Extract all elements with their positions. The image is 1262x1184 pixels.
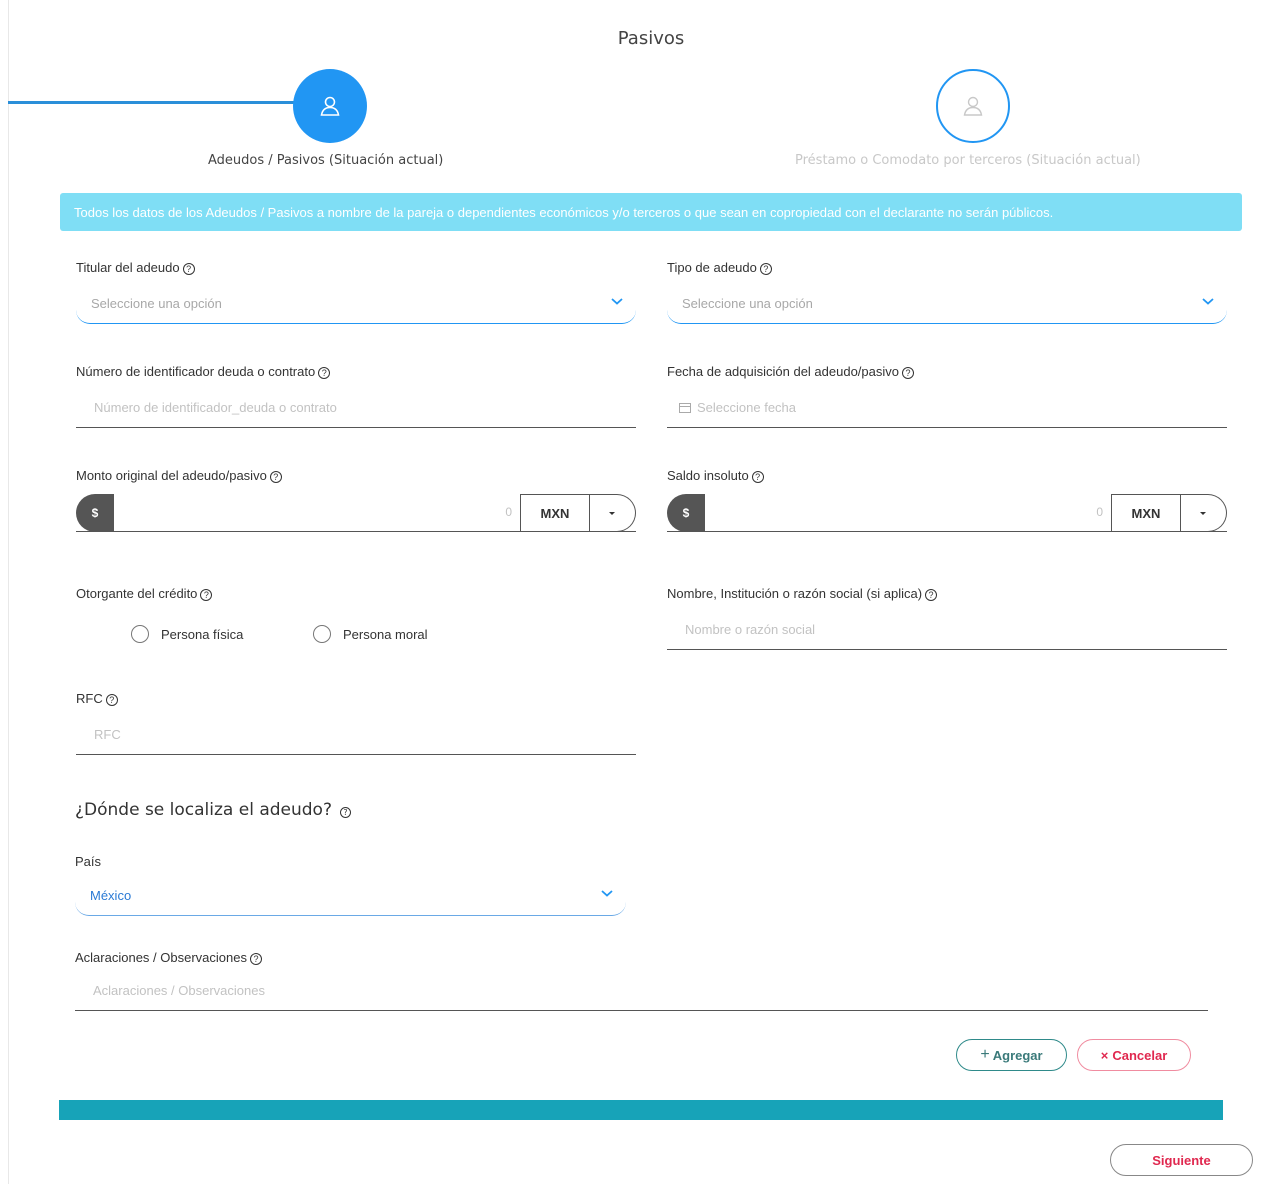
add-button-label: Agregar <box>992 1047 1043 1063</box>
monto-currency-label[interactable]: MXN <box>520 494 590 532</box>
numero-label-text: Número de identificador deuda o contrato <box>76 364 316 379</box>
monto-currency-dropdown[interactable] <box>589 494 636 532</box>
chevron-down-icon <box>1202 298 1214 305</box>
nombre-label-text: Nombre, Institución o razón social (si a… <box>667 586 923 601</box>
radio-persona-fisica[interactable]: Persona física <box>131 625 243 643</box>
radio-persona-moral-label[interactable]: Persona moral <box>343 627 428 642</box>
nombre-input-placeholder: Nombre o razón social <box>685 622 816 637</box>
saldo-label-text: Saldo insoluto <box>667 468 749 483</box>
tipo-select-placeholder: Seleccione una opción <box>682 296 813 311</box>
info-banner: Todos los datos de los Adeudos / Pasivos… <box>60 193 1242 231</box>
cancel-button-label: Cancelar <box>1112 1047 1168 1063</box>
radio-persona-fisica-label[interactable]: Persona física <box>161 627 243 642</box>
fecha-input-placeholder: Seleccione fecha <box>697 400 797 415</box>
numero-label: Número de identificador deuda o contrato… <box>76 364 331 379</box>
close-icon: × <box>1100 1047 1109 1063</box>
help-icon[interactable]: ? <box>759 263 772 275</box>
location-section-title-text: ¿Dónde se localiza el adeudo? <box>75 800 332 820</box>
tipo-label-text: Tipo de adeudo <box>667 260 757 275</box>
next-button-label: Siguiente <box>1152 1152 1211 1168</box>
radio-persona-moral[interactable]: Persona moral <box>313 625 428 643</box>
nombre-input[interactable]: Nombre o razón social <box>667 610 1227 650</box>
chevron-down-icon <box>611 298 623 305</box>
caret-down-icon <box>1200 511 1206 515</box>
help-icon[interactable]: ? <box>105 694 118 706</box>
rfc-input[interactable]: RFC <box>76 715 636 755</box>
monto-label-text: Monto original del adeudo/pasivo <box>76 468 267 483</box>
user-icon <box>320 96 340 116</box>
rfc-label: RFC? <box>76 691 118 706</box>
radio-circle[interactable] <box>313 625 331 643</box>
page-left-border <box>8 0 9 1184</box>
step-1-indicator[interactable] <box>293 69 367 143</box>
step-2-indicator[interactable] <box>936 69 1010 143</box>
titular-select-placeholder: Seleccione una opción <box>91 296 222 311</box>
add-button[interactable]: + Agregar <box>956 1039 1067 1071</box>
titular-select[interactable]: Seleccione una opción <box>76 284 636 324</box>
fecha-label-text: Fecha de adquisición del adeudo/pasivo <box>667 364 900 379</box>
numero-input-placeholder: Número de identificador_deuda o contrato <box>94 400 337 415</box>
currency-symbol: $ <box>76 494 114 532</box>
currency-symbol: $ <box>667 494 705 532</box>
stepper-progress-line <box>8 101 298 104</box>
tipo-label: Tipo de adeudo? <box>667 260 772 275</box>
help-icon[interactable]: ? <box>249 953 262 965</box>
titular-label-text: Titular del adeudo <box>76 260 180 275</box>
step-1-label[interactable]: Adeudos / Pasivos (Situación actual) <box>208 153 443 168</box>
monto-input[interactable]: 0 <box>505 505 512 519</box>
aclaraciones-label: Aclaraciones / Observaciones? <box>75 950 262 965</box>
fecha-label: Fecha de adquisición del adeudo/pasivo? <box>667 364 915 379</box>
otorgante-label-text: Otorgante del crédito <box>76 586 198 601</box>
pais-select[interactable]: México <box>75 876 626 916</box>
titular-label: Titular del adeudo? <box>76 260 195 275</box>
fecha-input[interactable]: Seleccione fecha <box>667 388 1227 428</box>
cancel-button[interactable]: × Cancelar <box>1077 1039 1191 1071</box>
page-title: Pasivos <box>617 28 685 49</box>
chevron-down-icon <box>601 890 613 897</box>
help-icon[interactable]: ? <box>318 367 331 379</box>
otorgante-label: Otorgante del crédito? <box>76 586 213 601</box>
numero-input[interactable]: Número de identificador_deuda o contrato <box>76 388 636 428</box>
help-icon[interactable]: ? <box>182 263 195 275</box>
saldo-currency-dropdown[interactable] <box>1180 494 1227 532</box>
saldo-label: Saldo insoluto? <box>667 468 764 483</box>
saldo-input[interactable]: 0 <box>1096 505 1103 519</box>
aclaraciones-label-text: Aclaraciones / Observaciones <box>75 950 247 965</box>
rfc-input-placeholder: RFC <box>94 727 121 742</box>
tipo-select[interactable]: Seleccione una opción <box>667 284 1227 324</box>
aclaraciones-input-placeholder: Aclaraciones / Observaciones <box>93 983 265 998</box>
pais-select-value: México <box>90 888 132 903</box>
section-divider-bar <box>59 1100 1223 1120</box>
pais-label: País <box>75 854 102 869</box>
help-icon[interactable]: ? <box>925 589 938 601</box>
next-button[interactable]: Siguiente <box>1110 1144 1253 1176</box>
help-icon[interactable]: ? <box>200 589 213 601</box>
help-icon[interactable]: ? <box>751 471 764 483</box>
aclaraciones-input[interactable]: Aclaraciones / Observaciones <box>75 971 1208 1011</box>
help-icon[interactable]: ? <box>339 807 351 818</box>
user-icon <box>963 96 983 116</box>
saldo-currency-label[interactable]: MXN <box>1111 494 1181 532</box>
monto-input-group: $ 0 MXN <box>76 494 636 532</box>
nombre-label: Nombre, Institución o razón social (si a… <box>667 586 938 601</box>
radio-circle[interactable] <box>131 625 149 643</box>
info-banner-text: Todos los datos de los Adeudos / Pasivos… <box>74 204 1054 220</box>
caret-down-icon <box>609 511 615 515</box>
plus-icon: + <box>980 1046 990 1063</box>
calendar-icon <box>679 402 691 413</box>
saldo-input-group: $ 0 MXN <box>667 494 1227 532</box>
help-icon[interactable]: ? <box>269 471 282 483</box>
rfc-label-text: RFC <box>76 691 103 706</box>
help-icon[interactable]: ? <box>902 367 915 379</box>
monto-label: Monto original del adeudo/pasivo? <box>76 468 282 483</box>
step-2-label[interactable]: Préstamo o Comodato por terceros (Situac… <box>795 153 1141 168</box>
location-section-title: ¿Dónde se localiza el adeudo?? <box>75 800 351 820</box>
